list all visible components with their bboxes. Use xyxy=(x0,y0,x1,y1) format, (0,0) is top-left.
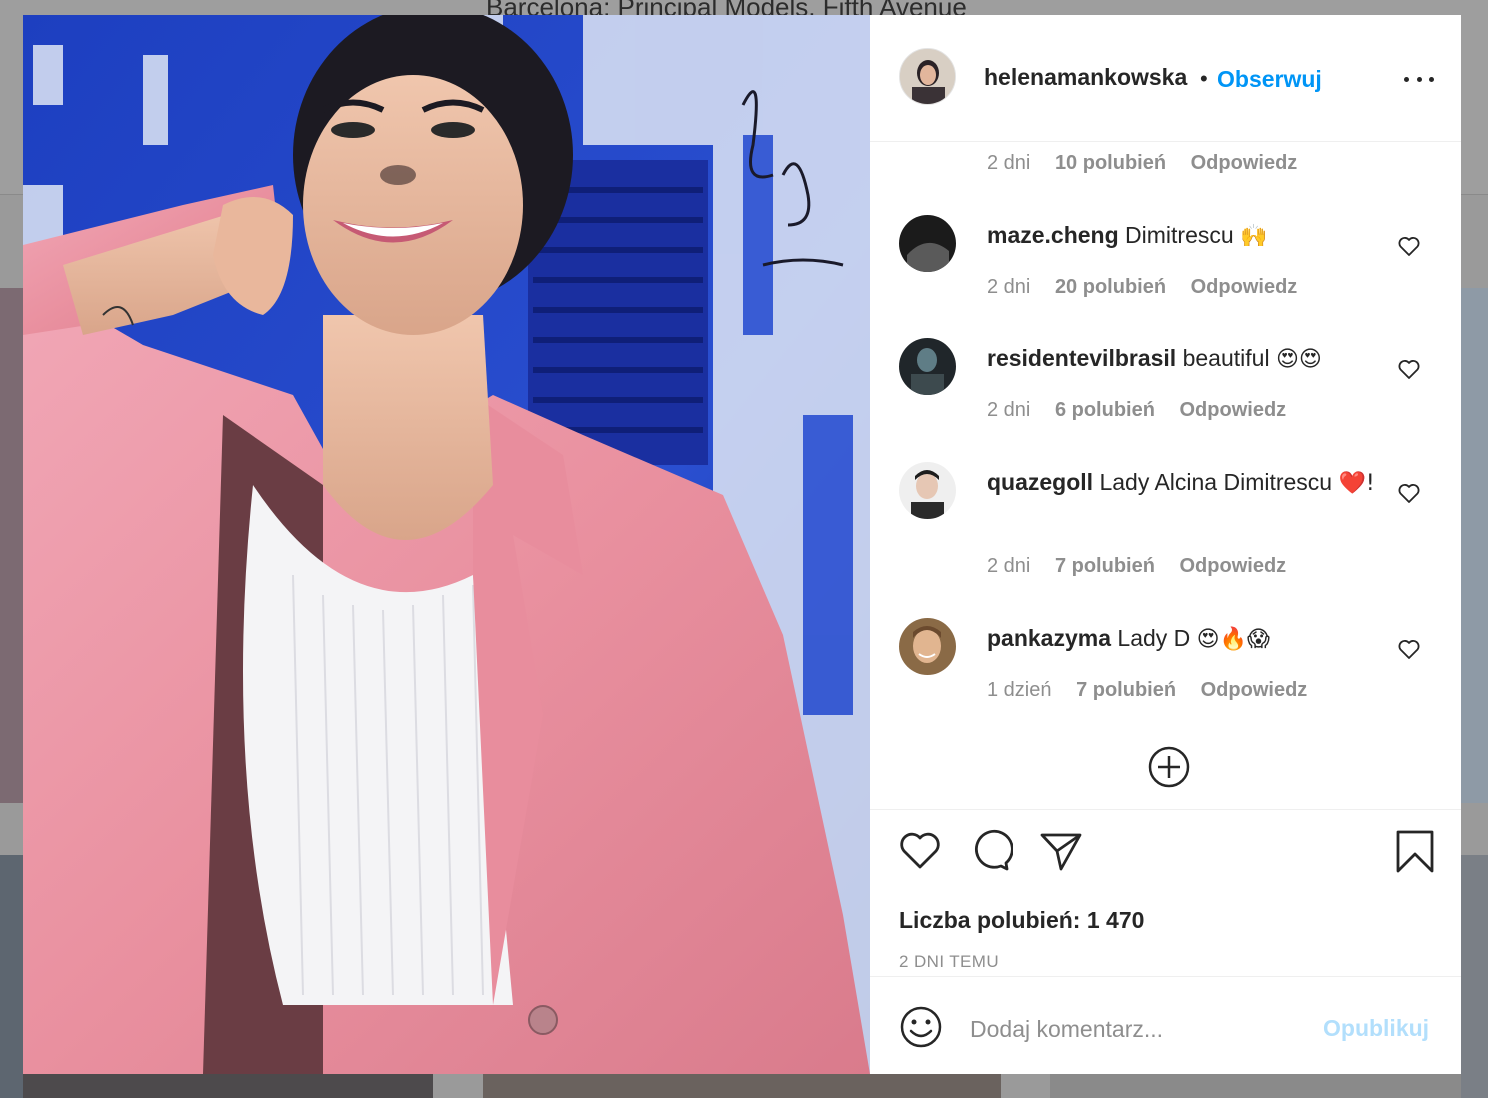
commenter-username[interactable]: pankazyma xyxy=(987,625,1111,651)
heart-icon[interactable] xyxy=(898,829,942,873)
like-comment-heart-icon[interactable] xyxy=(1397,358,1421,380)
comment-meta: 2 dni 7 polubień Odpowiedz xyxy=(987,555,1305,578)
commenter-avatar[interactable] xyxy=(899,462,956,519)
likes-count[interactable]: Liczba polubień: 1 470 xyxy=(899,907,1144,934)
likes-number: 1 470 xyxy=(1086,907,1145,933)
background-tile[interactable] xyxy=(1050,1074,1461,1098)
comment-emoji: ❤️! xyxy=(1338,471,1375,496)
comment-likes[interactable]: 10 polubień xyxy=(1055,152,1166,175)
post-timestamp[interactable]: 2 DNI TEMU xyxy=(899,952,999,972)
post-side-panel: helenamankowska • Obserwuj 2 dni 10 polu… xyxy=(870,15,1461,1074)
comment-body: Dimitrescu xyxy=(1125,222,1234,248)
post-photo-illustration xyxy=(23,15,870,1074)
comment-meta: 1 dzień 7 polubień Odpowiedz xyxy=(987,679,1326,702)
background-tile[interactable] xyxy=(23,1074,433,1098)
header-separator: • xyxy=(1200,66,1208,91)
likes-label: Liczba polubień: xyxy=(899,907,1081,933)
reply-button[interactable]: Odpowiedz xyxy=(1201,679,1308,702)
commenter-avatar[interactable] xyxy=(899,338,956,395)
avatar-image xyxy=(899,618,956,675)
comment-meta: 2 dni 6 polubień Odpowiedz xyxy=(987,399,1305,422)
commenter-username[interactable]: quazegoll xyxy=(987,469,1093,495)
like-comment-heart-icon[interactable] xyxy=(1397,638,1421,660)
comment-time[interactable]: 2 dni xyxy=(987,152,1030,175)
author-username[interactable]: helenamankowska xyxy=(984,64,1187,91)
comment-meta: 2 dni 10 polubień Odpowiedz xyxy=(987,152,1316,175)
share-icon[interactable] xyxy=(1039,829,1083,873)
like-comment-heart-icon[interactable] xyxy=(1397,235,1421,257)
more-dot xyxy=(1429,76,1434,82)
post-image[interactable] xyxy=(23,15,870,1074)
comment-input[interactable] xyxy=(970,1009,1300,1049)
avatar-image xyxy=(899,462,956,519)
comment-text: residentevilbrasil beautiful 😍😍 xyxy=(987,342,1387,376)
emoji-icon[interactable] xyxy=(899,1005,943,1049)
reply-button[interactable]: Odpowiedz xyxy=(1191,276,1298,299)
comment-time[interactable]: 2 dni xyxy=(987,399,1030,422)
post-actions: Liczba polubień: 1 470 2 DNI TEMU xyxy=(870,809,1461,976)
comment-emoji: 😍😍 xyxy=(1275,347,1322,372)
comment-time[interactable]: 2 dni xyxy=(987,555,1030,578)
comment-likes[interactable]: 20 polubień xyxy=(1055,276,1166,299)
commenter-avatar[interactable] xyxy=(899,215,956,272)
publish-button[interactable]: Opublikuj xyxy=(1323,1015,1429,1042)
comment-likes[interactable]: 6 polubień xyxy=(1055,399,1155,422)
comment-body: beautiful xyxy=(1182,345,1270,371)
like-comment-heart-icon[interactable] xyxy=(1397,482,1421,504)
comment-text: quazegoll Lady Alcina Dimitrescu ❤️! xyxy=(987,466,1387,500)
avatar-image xyxy=(899,338,956,395)
more-icon[interactable] xyxy=(1404,65,1434,93)
commenter-username[interactable]: maze.cheng xyxy=(987,222,1119,248)
comment-likes[interactable]: 7 polubień xyxy=(1055,555,1155,578)
background-tile[interactable] xyxy=(0,288,23,803)
reply-button[interactable]: Odpowiedz xyxy=(1180,399,1287,422)
comment-icon[interactable] xyxy=(969,829,1013,873)
comment-meta: 2 dni 20 polubień Odpowiedz xyxy=(987,276,1316,299)
background-tile[interactable] xyxy=(1461,855,1488,1098)
more-dot xyxy=(1416,76,1422,82)
comment-time[interactable]: 1 dzień xyxy=(987,679,1052,702)
comment-text: maze.cheng Dimitrescu 🙌 xyxy=(987,219,1387,253)
comment-likes[interactable]: 7 polubień xyxy=(1076,679,1176,702)
add-comment-bar: Opublikuj xyxy=(870,976,1461,1074)
comment-emoji: 😍🔥😱 xyxy=(1196,627,1270,652)
more-dot xyxy=(1404,76,1409,82)
comment-text: pankazyma Lady D 😍🔥😱 xyxy=(987,622,1387,656)
author-avatar[interactable] xyxy=(899,48,956,105)
comment-time[interactable]: 2 dni xyxy=(987,276,1030,299)
plus-circle-icon[interactable] xyxy=(1147,745,1191,789)
follow-button[interactable]: Obserwuj xyxy=(1217,66,1322,93)
background-tile[interactable] xyxy=(1461,288,1488,803)
comment-body: Lady D xyxy=(1117,625,1191,651)
avatar-image xyxy=(899,215,956,272)
comment-emoji: 🙌 xyxy=(1240,224,1268,249)
commenter-avatar[interactable] xyxy=(899,618,956,675)
post-header: helenamankowska • Obserwuj xyxy=(870,15,1461,142)
reply-button[interactable]: Odpowiedz xyxy=(1180,555,1287,578)
avatar-image xyxy=(900,49,955,104)
background-tile[interactable] xyxy=(0,855,23,1098)
background-tile[interactable] xyxy=(483,1074,1001,1098)
comment-body: Lady Alcina Dimitrescu xyxy=(1099,469,1333,495)
bookmark-icon[interactable] xyxy=(1393,829,1437,873)
commenter-username[interactable]: residentevilbrasil xyxy=(987,345,1176,371)
reply-button[interactable]: Odpowiedz xyxy=(1191,152,1298,175)
